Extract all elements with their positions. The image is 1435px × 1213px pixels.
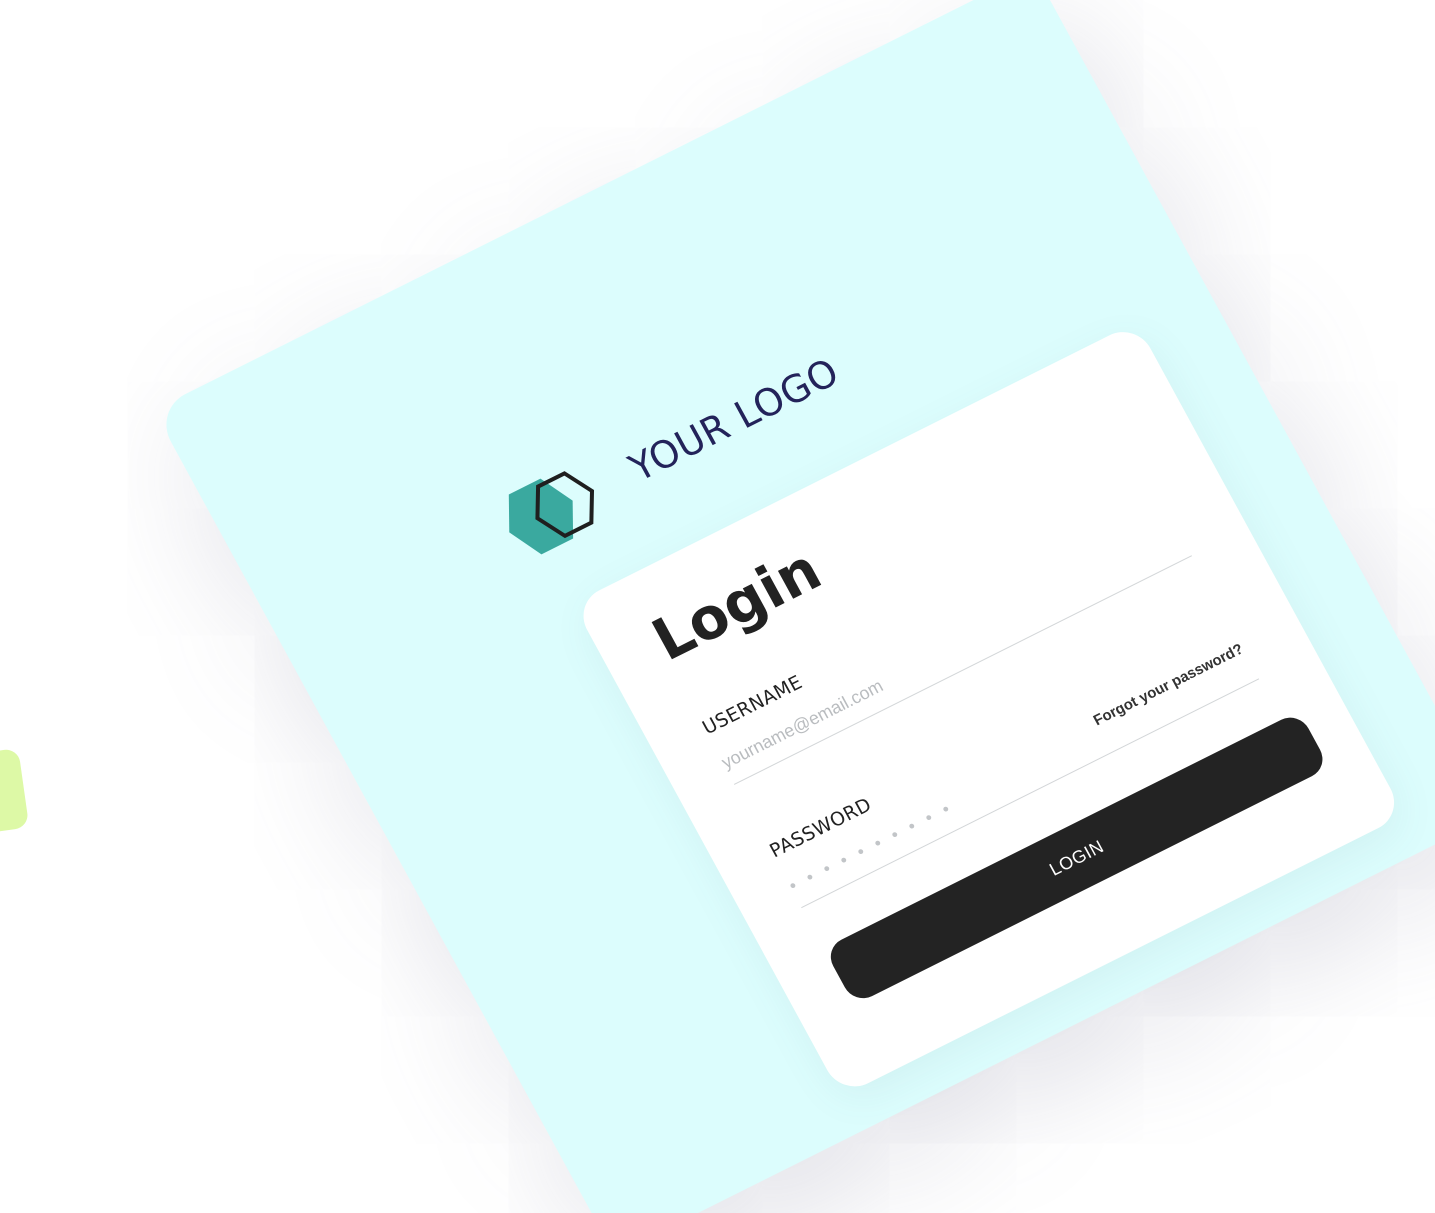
stage: YOUR LOGO Login USERNAME PASSWORD Forgot…	[0, 0, 1435, 1213]
tilted-login-scene: YOUR LOGO Login USERNAME PASSWORD Forgot…	[153, 0, 1435, 1213]
login-title: Login	[641, 535, 832, 674]
